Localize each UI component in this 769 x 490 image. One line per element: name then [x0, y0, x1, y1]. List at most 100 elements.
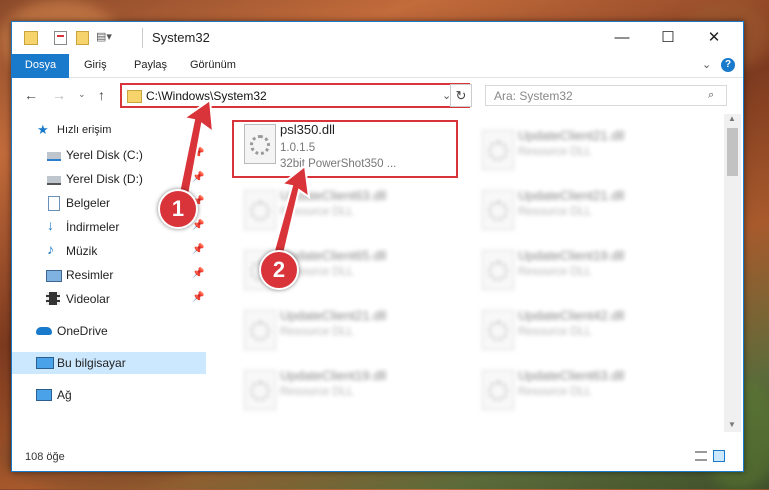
minimize-button[interactable]: —	[599, 22, 645, 54]
sidebar-item-videolar[interactable]: Videolar 📌	[12, 288, 206, 310]
drive-icon	[47, 176, 61, 185]
sidebar-item-yerel-disk-d[interactable]: Yerel Disk (D:) 📌	[12, 168, 206, 190]
customize-icon[interactable]: ▤▾	[96, 30, 116, 44]
tab-gorunum[interactable]: Görünüm	[180, 54, 246, 77]
dll-file-icon	[482, 250, 514, 290]
dll-file-icon	[244, 370, 276, 410]
sidebar-item-label: Videolar	[66, 292, 110, 306]
tab-paylas[interactable]: Paylaş	[124, 54, 177, 77]
computer-icon	[36, 357, 54, 369]
sidebar-item-label: Belgeler	[66, 196, 111, 210]
file-item[interactable]: UpdateClient21.dll Resource DLL	[472, 122, 692, 178]
file-item[interactable]: UpdateClient21.dll Resource DLL	[472, 182, 692, 238]
dll-file-icon	[482, 310, 514, 350]
pin-icon: 📌	[192, 220, 205, 231]
file-type: Resource DLL	[518, 146, 592, 158]
search-input[interactable]: Ara: System32 ⌕	[485, 85, 727, 106]
pin-icon: 📌	[192, 244, 205, 255]
sidebar-item-label: OneDrive	[57, 324, 108, 338]
sidebar-item-label: Yerel Disk (C:)	[66, 148, 143, 162]
pin-icon: 📌	[192, 148, 205, 159]
file-type: Resource DLL	[518, 266, 592, 278]
file-item[interactable]: UpdateClient63.dll Resource DLL	[234, 182, 454, 238]
file-item[interactable]: UpdateClient63.dll Resource DLL	[472, 362, 692, 418]
dll-file-icon	[244, 190, 276, 230]
dll-file-icon	[244, 310, 276, 350]
drive-icon	[47, 152, 61, 161]
up-button[interactable]: ↑	[98, 87, 105, 103]
scroll-up-icon[interactable]: ▲	[728, 114, 736, 123]
pin-icon: 📌	[192, 268, 205, 279]
sidebar-item-label: Bu bilgisayar	[57, 356, 126, 370]
back-button[interactable]: ←	[24, 87, 38, 103]
file-name: UpdateClient63.dll	[518, 368, 625, 383]
large-icons-view-icon[interactable]	[713, 450, 725, 462]
address-text: C:\Windows\System32	[146, 89, 267, 103]
folder-icon	[127, 90, 142, 103]
new-folder-icon[interactable]	[76, 31, 89, 45]
close-button[interactable]: ✕	[691, 22, 737, 54]
sidebar-item-bu-bilgisayar[interactable]: Bu bilgisayar	[12, 352, 206, 374]
details-view-icon[interactable]	[695, 451, 707, 461]
file-item[interactable]: UpdateClient42.dll Resource DLL	[472, 302, 692, 358]
refresh-button[interactable]: ↻	[450, 84, 472, 107]
history-dropdown-icon[interactable]: ⌄	[78, 89, 86, 100]
sidebar-item-resimler[interactable]: Resimler 📌	[12, 264, 206, 286]
highlight-box	[232, 120, 458, 178]
file-type: Resource DLL	[280, 386, 354, 398]
address-bar[interactable]: C:\Windows\System32 ⌄	[120, 83, 470, 108]
file-name: UpdateClient19.dll	[518, 248, 625, 263]
sidebar-item-onedrive[interactable]: OneDrive	[12, 320, 206, 342]
scroll-down-icon[interactable]: ▼	[728, 420, 736, 429]
dll-file-icon	[482, 370, 514, 410]
ribbon: Dosya Giriş Paylaş Görünüm ⌄ ?	[12, 54, 743, 110]
sidebar-item-muzik[interactable]: ♪ Müzik 📌	[12, 240, 206, 262]
maximize-button[interactable]: ☐	[645, 22, 691, 54]
file-type: Resource DLL	[518, 206, 592, 218]
vertical-scrollbar[interactable]: ▲ ▼	[724, 114, 741, 432]
forward-button[interactable]: →	[52, 87, 66, 103]
pictures-icon	[46, 270, 62, 282]
search-placeholder: Ara: System32	[494, 89, 573, 103]
sidebar-item-label: Müzik	[66, 244, 98, 258]
navigation-bar: ← → ⌄ ↑ C:\Windows\System32 ⌄ ↻ Ara: Sys…	[12, 78, 743, 112]
sidebar-item-label: Resimler	[66, 268, 114, 282]
sidebar-item-hizli-erisim[interactable]: ★ Hızlı erişim	[12, 120, 206, 142]
step-1-badge: 1	[158, 189, 198, 229]
properties-icon[interactable]	[54, 31, 67, 45]
sidebar-item-ag[interactable]: Ağ	[12, 384, 206, 406]
file-name: UpdateClient21.dll	[518, 188, 625, 203]
window-title: System32	[152, 30, 210, 45]
cloud-icon	[36, 327, 52, 335]
chevron-down-icon[interactable]: ⌄	[702, 58, 711, 71]
file-item[interactable]: UpdateClient19.dll Resource DLL	[234, 362, 454, 418]
file-item[interactable]: UpdateClient21.dll Resource DLL	[234, 302, 454, 358]
status-bar: 108 öğe	[12, 443, 743, 469]
file-name: UpdateClient42.dll	[518, 308, 625, 323]
file-name: UpdateClient21.dll	[518, 128, 625, 143]
sidebar-item-label: Hızlı erişim	[57, 124, 112, 136]
sidebar-item-label: Ağ	[57, 388, 72, 402]
sidebar-item-label: Yerel Disk (D:)	[66, 172, 143, 186]
help-icon[interactable]: ?	[721, 58, 735, 72]
document-icon	[48, 196, 60, 211]
item-count: 108 öğe	[25, 451, 65, 463]
pin-icon: 📌	[192, 172, 205, 183]
dll-file-icon	[482, 190, 514, 230]
video-icon	[46, 292, 60, 305]
sidebar-item-yerel-disk-c[interactable]: Yerel Disk (C:) 📌	[12, 144, 206, 166]
scrollbar-thumb[interactable]	[727, 128, 738, 176]
step-2-badge: 2	[259, 250, 299, 290]
star-icon: ★	[37, 122, 49, 137]
network-icon	[36, 389, 52, 401]
explorer-window: ▤▾ System32 — ☐ ✕ Dosya Giriş Paylaş Gör…	[11, 21, 744, 472]
file-item[interactable]: UpdateClient19.dll Resource DLL	[472, 242, 692, 298]
navigation-pane: ★ Hızlı erişim Yerel Disk (C:) 📌 Yerel D…	[12, 114, 206, 432]
music-icon: ♪	[47, 241, 54, 257]
file-type: Resource DLL	[280, 326, 354, 338]
folder-icon	[24, 31, 38, 45]
tab-giris[interactable]: Giriş	[74, 54, 117, 77]
download-icon: ↓	[47, 217, 54, 233]
dll-file-icon	[482, 130, 514, 170]
pin-icon: 📌	[192, 292, 205, 303]
